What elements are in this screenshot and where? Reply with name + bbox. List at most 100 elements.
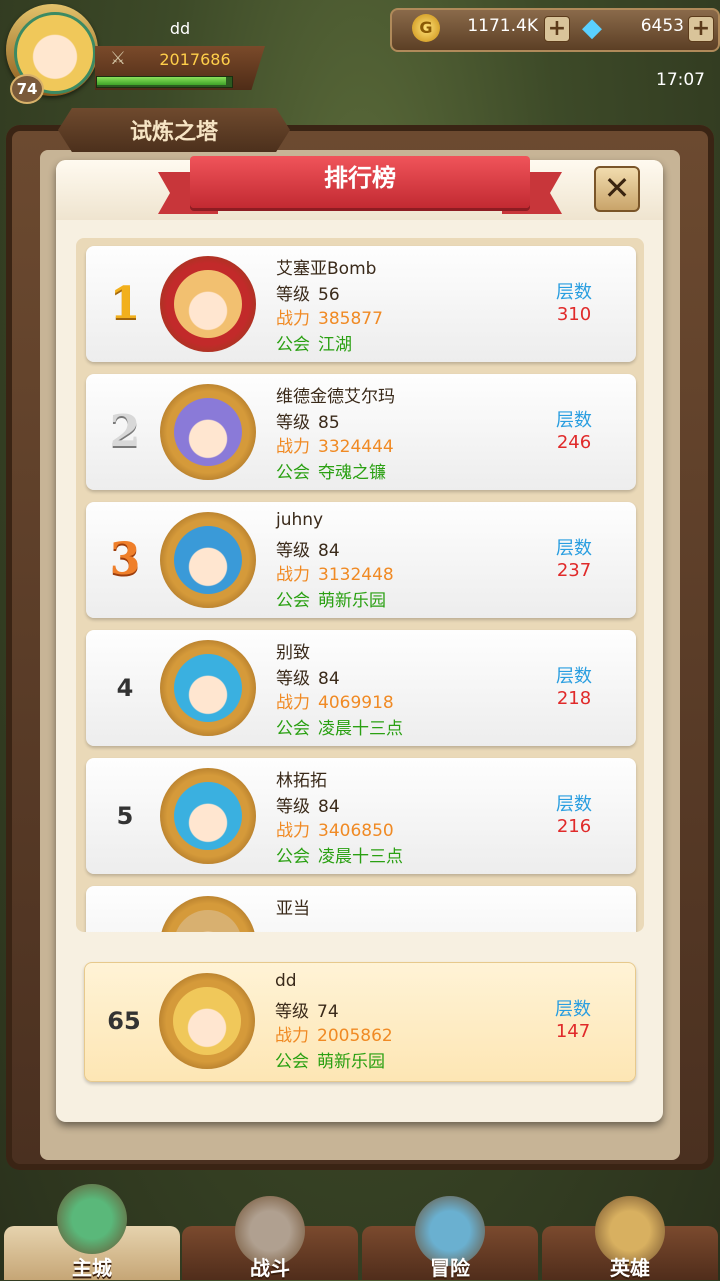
- power-label: 战力: [276, 437, 310, 457]
- ranking-row[interactable]: 2 维德金德艾尔玛 等级 85 战力 3324444 公会 夺魂之镰 层数 246: [86, 374, 636, 490]
- power-value: 3132448: [318, 565, 394, 585]
- guild-value: 夺魂之镰: [318, 463, 386, 483]
- level-value: 84: [318, 669, 340, 689]
- hero-portrait: [160, 768, 256, 864]
- hero-face: [174, 270, 242, 338]
- player-level: 等级 85: [276, 408, 340, 433]
- diamond-icon: ◆: [582, 13, 602, 43]
- player-name: dd: [169, 19, 191, 38]
- level-label: 等级: [276, 541, 310, 561]
- guild-value: 萌新乐园: [318, 591, 386, 611]
- floor-value: 218: [556, 688, 592, 709]
- guild-label: 公会: [276, 847, 310, 867]
- tab-title: 试炼之塔: [129, 120, 218, 145]
- player-guild: 公会 江湖: [276, 330, 352, 355]
- player-power: 战力 3324444: [276, 432, 394, 457]
- player-power: 战力 385877: [276, 304, 383, 329]
- player-name: 亚当: [276, 899, 310, 919]
- rank-number: 3: [109, 534, 141, 585]
- add-gold-button[interactable]: +: [544, 16, 570, 42]
- hero-face: [174, 526, 242, 594]
- hero-portrait: [160, 896, 256, 932]
- guild-value: 凌晨十三点: [318, 719, 403, 739]
- level-value: 74: [317, 1002, 339, 1022]
- power-label: 战力: [276, 821, 310, 841]
- guild-value: 江湖: [318, 335, 352, 355]
- ranking-row[interactable]: 4 别致 等级 84 战力 4069918 公会 凌晨十三点 层数 218: [86, 630, 636, 746]
- hero-face: [174, 910, 242, 932]
- power-value: 4069918: [318, 693, 394, 713]
- castle-icon: [57, 1184, 127, 1254]
- nav-tab-label: 主城: [72, 1256, 112, 1280]
- guild-label: 公会: [276, 463, 310, 483]
- floor-label: 层数: [556, 410, 592, 431]
- hero-portrait: [160, 640, 256, 736]
- self-ranking-row: 65 dd 等级 74 战力 2005862 公会 萌新乐园 层数 147: [84, 962, 636, 1082]
- guild-label: 公会: [276, 335, 310, 355]
- player-level: 等级 74: [275, 997, 339, 1022]
- power-value: 3406850: [318, 821, 394, 841]
- player-guild: 公会 萌新乐园: [276, 586, 386, 611]
- power-label: 战力: [276, 693, 310, 713]
- player-name: 林拓拓: [276, 771, 327, 791]
- level-value: 84: [318, 797, 340, 817]
- nav-tab-label: 英雄: [610, 1256, 650, 1280]
- floor-label: 层数: [556, 538, 592, 559]
- ranking-row[interactable]: 5 林拓拓 等级 84 战力 3406850 公会 凌晨十三点 层数 216: [86, 758, 636, 874]
- rank-number: 1: [109, 278, 141, 329]
- hero-face: [174, 654, 242, 722]
- floor-label: 层数: [556, 794, 592, 815]
- power-value: 3324444: [318, 437, 394, 457]
- ranking-row[interactable]: 1 艾塞亚Bomb 等级 56 战力 385877 公会 江湖 层数 310: [86, 246, 636, 362]
- floor-label: 层数: [555, 999, 591, 1020]
- dialog-title: 排行榜: [324, 164, 396, 192]
- guild-label: 公会: [276, 591, 310, 611]
- rank-number: 4: [116, 674, 134, 702]
- level-label: 等级: [276, 285, 310, 305]
- nav-tab-label: 战斗: [250, 1256, 290, 1280]
- add-gems-button[interactable]: +: [688, 16, 714, 42]
- floor-label: 层数: [556, 666, 592, 687]
- guild-value: 萌新乐园: [317, 1052, 385, 1072]
- level-value: 85: [318, 413, 340, 433]
- clock: 17:07: [656, 70, 705, 90]
- hero-portrait: [160, 512, 256, 608]
- player-power: 战力 3406850: [276, 816, 394, 841]
- guild-value: 凌晨十三点: [318, 847, 403, 867]
- level-value: 56: [318, 285, 340, 305]
- player-level: 等级 84: [276, 664, 340, 689]
- power-value: 2005862: [317, 1026, 393, 1046]
- gold-amount: 1171.4K: [467, 16, 538, 36]
- power-value: 385877: [318, 309, 383, 329]
- crossed-swords-icon: ⚔: [109, 48, 127, 69]
- ranking-list[interactable]: 1 艾塞亚Bomb 等级 56 战力 385877 公会 江湖 层数 310 2 维德金德艾尔玛 等级 8…: [76, 238, 644, 932]
- gold-coin-icon: G: [412, 14, 440, 42]
- player-name: 维德金德艾尔玛: [276, 387, 395, 407]
- hero-face: [173, 987, 241, 1055]
- power-label: 战力: [276, 309, 310, 329]
- floor-value: 237: [556, 560, 592, 581]
- rank-number: 5: [116, 802, 134, 830]
- hero-face: [174, 782, 242, 850]
- close-button[interactable]: ✕: [594, 166, 640, 212]
- level-label: 等级: [276, 797, 310, 817]
- hero-portrait: [160, 384, 256, 480]
- ranking-row[interactable]: 亚当: [86, 886, 636, 932]
- power-label: 战力: [276, 565, 310, 585]
- rank-number: 2: [109, 406, 141, 457]
- rank-number: 65: [107, 1007, 141, 1035]
- player-power: 战力 4069918: [276, 688, 394, 713]
- guild-label: 公会: [276, 719, 310, 739]
- player-power: 战力 3132448: [276, 560, 394, 585]
- ranking-row[interactable]: 3 juhny 等级 84 战力 3132448 公会 萌新乐园 层数 237: [86, 502, 636, 618]
- hero-portrait: [160, 256, 256, 352]
- nav-tab-label: 冒险: [430, 1256, 470, 1280]
- hero-face: [174, 398, 242, 466]
- level-value: 84: [318, 541, 340, 561]
- player-level: 等级 84: [276, 536, 340, 561]
- player-guild: 公会 夺魂之镰: [276, 458, 386, 483]
- floor-value: 310: [556, 304, 592, 325]
- player-guild: 公会 凌晨十三点: [276, 714, 403, 739]
- gem-amount: 6453: [640, 16, 684, 36]
- level-label: 等级: [276, 413, 310, 433]
